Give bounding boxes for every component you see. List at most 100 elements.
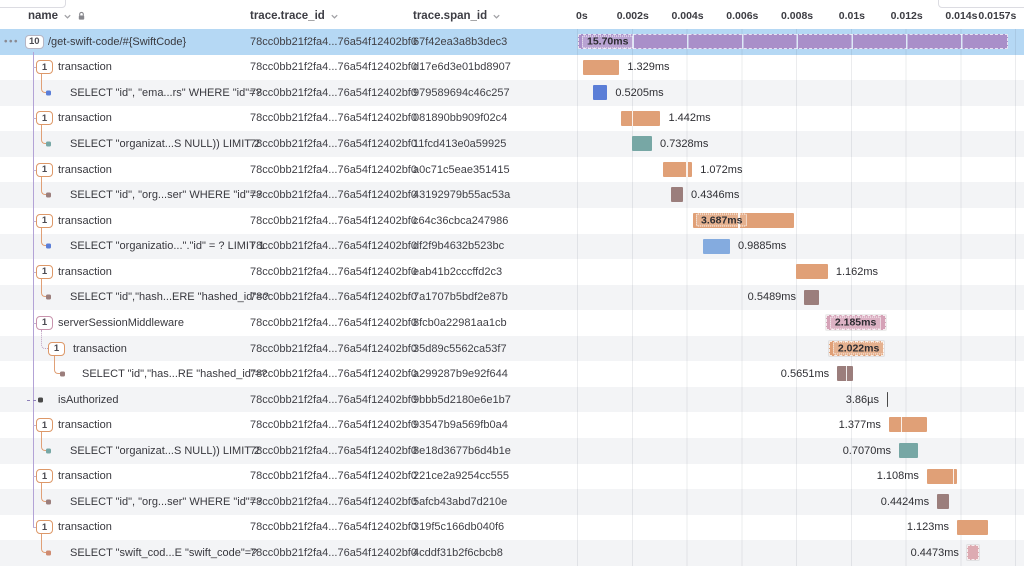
trace-row[interactable]: 1transaction78cc0bb21f2fa4...76a54f12402… [0, 55, 1024, 81]
trace-row[interactable]: 1transaction78cc0bb21f2fa4...76a54f12402… [0, 106, 1024, 132]
child-count-badge[interactable]: 1 [36, 214, 53, 228]
span-id-cell: 5afcb43abd7d210e [413, 489, 507, 515]
trace-row[interactable]: SELECT "id", "org...ser" WHERE "id"=?78c… [0, 489, 1024, 515]
duration-bar[interactable] [927, 469, 957, 484]
row-options-icon[interactable]: ••• [4, 36, 19, 47]
trace-id-cell: 78cc0bb21f2fa4...76a54f12402bf0 [250, 29, 417, 55]
child-count-badge[interactable]: 1 [36, 60, 53, 74]
trace-row[interactable]: SELECT "organizat...S NULL)) LIMIT 278cc… [0, 131, 1024, 157]
trace-row[interactable]: SELECT "organizatio..."."id" = ? LIMIT 1… [0, 234, 1024, 260]
duration-label: 0.4424ms [881, 489, 929, 515]
duration-bar[interactable]: 15.70ms [578, 34, 1008, 49]
trace-row[interactable]: SELECT "swift_cod...E "swift_code"=?78cc… [0, 540, 1024, 566]
duration-bar[interactable]: 2.185ms [826, 315, 886, 330]
child-count-badge[interactable]: 1 [36, 111, 53, 125]
duration-label: 2.022ms [833, 342, 884, 355]
trace-id-cell: 78cc0bb21f2fa4...76a54f12402bf0 [250, 131, 417, 157]
duration-bar[interactable] [804, 290, 819, 305]
trace-row[interactable]: 1transaction78cc0bb21f2fa4...76a54f12402… [0, 208, 1024, 234]
duration-bar[interactable]: 3.687ms [693, 213, 794, 228]
trace-id-cell: 78cc0bb21f2fa4...76a54f12402bf0 [250, 157, 417, 183]
trace-id-cell: 78cc0bb21f2fa4...76a54f12402bf0 [250, 438, 417, 464]
trace-id-cell: 78cc0bb21f2fa4...76a54f12402bf0 [250, 259, 417, 285]
column-header-span-id[interactable]: trace.span_id [413, 10, 501, 22]
span-id-cell: 081890bb909f02c4 [413, 106, 507, 132]
duration-bar[interactable] [621, 111, 660, 126]
trace-row[interactable]: SELECT "id","has...RE "hashed_id"=?78cc0… [0, 361, 1024, 387]
trace-row[interactable]: 1 transaction 78cc0bb21f2fa4...76a54f12402… [0, 464, 1024, 490]
top-left-partial-control[interactable] [0, 0, 66, 8]
duration-bar[interactable] [632, 136, 652, 151]
duration-label: 1.329ms [627, 55, 669, 81]
span-name: transaction [58, 464, 112, 490]
trace-id-cell: 78cc0bb21f2fa4...76a54f12402bf0 [250, 387, 417, 413]
trace-row[interactable]: •••10/get-swift-code/#{SwiftCode}78cc0bb… [0, 29, 1024, 55]
duration-bar[interactable] [887, 392, 889, 407]
chevron-down-icon[interactable] [63, 12, 72, 21]
trace-row[interactable]: SELECT "id", "org...ser" WHERE "id"=?78c… [0, 182, 1024, 208]
duration-bar[interactable] [967, 545, 979, 560]
span-id-cell: 93547b9a569fb0a4 [413, 412, 508, 438]
trace-row[interactable]: 1transaction78cc0bb21f2fa4...76a54f12402… [0, 515, 1024, 541]
span-name: serverSessionMiddleware [58, 310, 184, 336]
chevron-down-icon[interactable] [330, 12, 339, 21]
lock-icon[interactable] [77, 11, 86, 21]
child-count-badge[interactable]: 1 [48, 342, 65, 356]
span-name: SELECT "swift_cod...E "swift_code"=? [70, 540, 257, 566]
top-right-partial-control[interactable] [938, 0, 1024, 8]
column-header-name-label: name [28, 10, 58, 22]
span-bullet-icon [46, 499, 51, 504]
span-name: transaction [58, 412, 112, 438]
duration-label: 0.4346ms [691, 182, 739, 208]
duration-label: 3.687ms [696, 214, 747, 227]
child-count-badge[interactable]: 1 [36, 520, 53, 534]
duration-bar[interactable] [796, 264, 828, 279]
trace-row[interactable]: 1 serverSessionMiddleware 78cc0bb21f2fa4..… [0, 310, 1024, 336]
child-count-badge[interactable]: 1 [36, 316, 53, 330]
duration-label: 0.4473ms [911, 540, 959, 566]
child-count-badge[interactable]: 1 [36, 163, 53, 177]
trace-row[interactable]: 1transaction78cc0bb21f2fa4...76a54f12402… [0, 336, 1024, 362]
trace-row[interactable]: 1transaction78cc0bb21f2fa4...76a54f12402… [0, 412, 1024, 438]
child-count-badge[interactable]: 1 [36, 265, 53, 279]
span-id-cell: 221ce2a9254cc555 [413, 464, 509, 490]
duration-bar[interactable] [593, 85, 607, 100]
trace-row[interactable]: isAuthorized78cc0bb21f2fa4...76a54f12402… [0, 387, 1024, 413]
trace-id-cell: 78cc0bb21f2fa4...76a54f12402bf0 [250, 106, 417, 132]
column-header-trace-id[interactable]: trace.trace_id [250, 10, 339, 22]
duration-bar[interactable] [671, 187, 683, 202]
column-header-name[interactable]: name [28, 10, 86, 22]
duration-bar[interactable] [703, 239, 730, 254]
bar-segment-divider [632, 111, 634, 126]
chevron-down-icon[interactable] [492, 12, 501, 21]
duration-bar[interactable] [937, 494, 949, 509]
duration-bar[interactable] [899, 443, 918, 458]
timeline-tick-label: 0.014s [945, 10, 977, 22]
trace-id-cell: 78cc0bb21f2fa4...76a54f12402bf0 [250, 310, 417, 336]
tree-connector [27, 400, 36, 401]
trace-row[interactable]: 1transaction78cc0bb21f2fa4...76a54f12402… [0, 157, 1024, 183]
trace-id-cell: 78cc0bb21f2fa4...76a54f12402bf0 [250, 285, 417, 311]
child-count-badge[interactable]: 1 [36, 418, 53, 432]
duration-bar[interactable] [837, 366, 852, 381]
duration-bar[interactable] [957, 520, 988, 535]
span-name: transaction [58, 55, 112, 81]
duration-bar[interactable] [663, 162, 692, 177]
trace-id-cell: 78cc0bb21f2fa4...76a54f12402bf0 [250, 464, 417, 490]
child-count-badge[interactable]: 10 [25, 35, 44, 49]
duration-bar[interactable] [889, 417, 927, 432]
duration-bar[interactable] [583, 60, 619, 75]
span-name: SELECT "id","has...RE "hashed_id"=? [82, 361, 267, 387]
span-bullet-icon [60, 372, 65, 377]
timeline-tick-label: 0s [576, 10, 588, 22]
trace-id-cell: 78cc0bb21f2fa4...76a54f12402bf0 [250, 540, 417, 566]
trace-row[interactable]: SELECT "organizat...S NULL)) LIMIT 278cc… [0, 438, 1024, 464]
duration-label: 0.5205ms [615, 80, 663, 106]
trace-row[interactable]: SELECT "id","hash...ERE "hashed_id"=?78c… [0, 285, 1024, 311]
trace-row[interactable]: 1transaction78cc0bb21f2fa4...76a54f12402… [0, 259, 1024, 285]
duration-bar[interactable]: 2.022ms [829, 341, 884, 356]
duration-label: 15.70ms [582, 35, 633, 48]
trace-row[interactable]: SELECT "id", "ema...rs" WHERE "id"=?78cc… [0, 80, 1024, 106]
timeline-tick-label: 0.012s [891, 10, 923, 22]
child-count-badge[interactable]: 1 [36, 469, 53, 483]
